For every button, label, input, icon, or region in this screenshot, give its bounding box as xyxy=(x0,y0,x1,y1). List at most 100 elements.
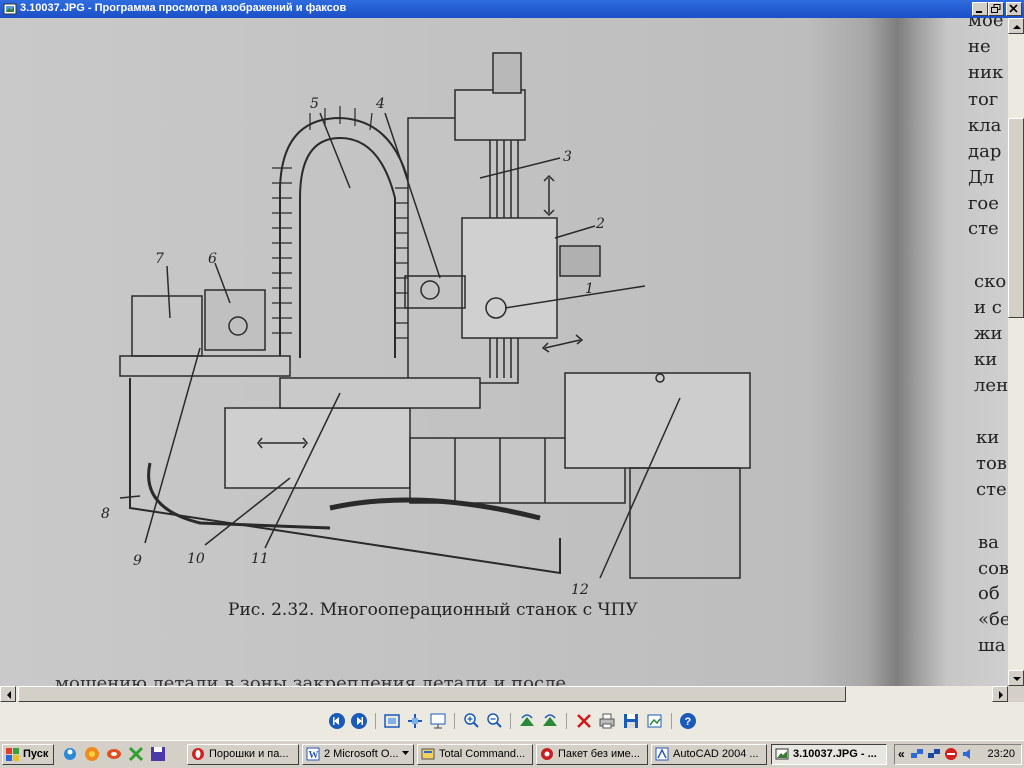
help-button[interactable]: ? xyxy=(679,712,697,730)
scroll-right-button[interactable] xyxy=(992,686,1008,702)
delete-icon xyxy=(577,714,591,728)
taskbar-task[interactable]: W 2 Microsoft O... xyxy=(302,744,414,765)
callout-5: 5 xyxy=(310,96,319,112)
scroll-down-button[interactable] xyxy=(1008,670,1024,686)
right-line: дар xyxy=(968,141,1001,162)
quick-launch-browser-icon[interactable] xyxy=(84,746,100,762)
close-button[interactable] xyxy=(1006,2,1022,16)
taskbar-task[interactable]: Total Command... xyxy=(417,744,533,765)
autocad-icon xyxy=(655,747,669,761)
right-line: ки xyxy=(974,349,997,370)
slideshow-icon xyxy=(430,713,446,729)
print-icon xyxy=(599,713,615,729)
total-commander-icon xyxy=(421,748,435,760)
slideshow-button[interactable] xyxy=(429,712,447,730)
svg-text:W: W xyxy=(309,750,319,761)
right-line: тов xyxy=(976,453,1007,474)
horizontal-scroll-thumb[interactable] xyxy=(18,686,846,702)
previous-icon xyxy=(329,713,345,729)
opera-icon xyxy=(192,748,204,760)
scrollbar-corner xyxy=(1008,686,1024,702)
right-line: ша xyxy=(978,635,1006,656)
rotate-counterclockwise-button[interactable] xyxy=(541,712,559,730)
print-button[interactable] xyxy=(598,712,616,730)
stop-icon[interactable] xyxy=(944,747,958,761)
svg-text:?: ? xyxy=(685,716,692,728)
minimize-button[interactable] xyxy=(972,2,988,16)
right-line: «бе xyxy=(978,609,1008,630)
previous-image-button[interactable] xyxy=(328,712,346,730)
toolbar-separator xyxy=(566,713,567,729)
right-line: об xyxy=(978,583,1000,604)
right-line: сов xyxy=(978,558,1008,579)
callout-6: 6 xyxy=(208,251,217,267)
system-tray: « 23:20 xyxy=(894,744,1022,765)
next-image-button[interactable] xyxy=(350,712,368,730)
tray-expand-icon[interactable]: « xyxy=(898,747,905,761)
right-line: ско xyxy=(974,271,1006,292)
quick-launch-save-icon[interactable] xyxy=(150,746,166,762)
restore-icon xyxy=(991,4,1001,13)
windows-logo-icon xyxy=(6,748,19,761)
zoom-in-button[interactable] xyxy=(462,712,480,730)
callout-4: 4 xyxy=(375,96,385,112)
callout-7: 7 xyxy=(155,251,164,267)
right-line: жи xyxy=(974,323,1003,344)
right-line: ник xyxy=(968,62,1004,83)
next-icon xyxy=(351,713,367,729)
taskbar-task[interactable]: AutoCAD 2004 ... xyxy=(651,744,767,765)
start-label: Пуск xyxy=(23,748,49,760)
quick-launch-tools-icon[interactable] xyxy=(128,746,144,762)
callout-2: 2 xyxy=(595,216,605,232)
help-icon: ? xyxy=(680,713,696,729)
arrow-down-icon xyxy=(1013,677,1021,681)
zoom-out-button[interactable] xyxy=(485,712,503,730)
figure-caption: Рис. 2.32. Многооперационный станок с ЧП… xyxy=(228,600,638,620)
rotate-clockwise-button[interactable] xyxy=(518,712,536,730)
actual-size-icon xyxy=(408,714,422,728)
vertical-scrollbar[interactable] xyxy=(1008,18,1024,686)
image-viewport[interactable]: 1 2 3 4 5 6 7 8 9 10 11 12 Рис. 2.32. Мн… xyxy=(0,18,1008,686)
scroll-up-button[interactable] xyxy=(1008,18,1024,34)
taskbar-task[interactable]: Пакет без име... xyxy=(536,744,648,765)
best-fit-icon xyxy=(384,714,400,728)
horizontal-scrollbar[interactable] xyxy=(0,686,1008,702)
network-activity-icon[interactable] xyxy=(927,747,941,761)
callout-9: 9 xyxy=(133,553,142,569)
arrow-up-icon xyxy=(1013,25,1021,29)
right-line: и с xyxy=(974,297,1002,318)
start-button[interactable]: Пуск xyxy=(2,744,54,765)
image-viewer-app-icon xyxy=(3,3,17,15)
quick-launch-nero-icon[interactable] xyxy=(106,746,122,762)
open-for-editing-button[interactable] xyxy=(646,712,664,730)
restore-button[interactable] xyxy=(988,2,1004,16)
save-icon xyxy=(624,714,638,728)
right-line: тог xyxy=(968,89,998,110)
right-line: сте xyxy=(968,218,999,239)
edit-icon xyxy=(647,714,662,728)
network-icon[interactable] xyxy=(910,747,924,761)
viewer-toolbar: ? xyxy=(0,702,1024,740)
quick-launch-messenger-icon[interactable] xyxy=(62,746,78,762)
save-button[interactable] xyxy=(622,712,640,730)
title-bar[interactable]: 3.10037.JPG - Программа просмотра изобра… xyxy=(0,0,1024,18)
zoom-out-icon xyxy=(487,713,502,728)
toolbar-separator xyxy=(454,713,455,729)
image-package-icon xyxy=(541,748,553,760)
scroll-left-button[interactable] xyxy=(0,686,16,702)
rotate-clockwise-icon xyxy=(520,714,534,726)
chevron-down-icon xyxy=(402,751,409,755)
right-line: не xyxy=(968,36,991,57)
right-line: кла xyxy=(968,115,1002,136)
taskbar-task[interactable]: Порошки и па... xyxy=(187,744,299,765)
zoom-in-icon xyxy=(464,713,479,728)
image-viewer-icon xyxy=(775,748,789,760)
actual-size-button[interactable] xyxy=(406,712,424,730)
volume-icon[interactable] xyxy=(961,747,975,761)
vertical-scroll-thumb[interactable] xyxy=(1008,118,1024,318)
clock[interactable]: 23:20 xyxy=(987,748,1015,760)
delete-button[interactable] xyxy=(575,712,593,730)
best-fit-button[interactable] xyxy=(383,712,401,730)
taskbar: Пуск Порошки и па... W 2 Microsoft O... … xyxy=(0,740,1024,768)
taskbar-task-active[interactable]: 3.10037.JPG - ... xyxy=(771,744,887,765)
